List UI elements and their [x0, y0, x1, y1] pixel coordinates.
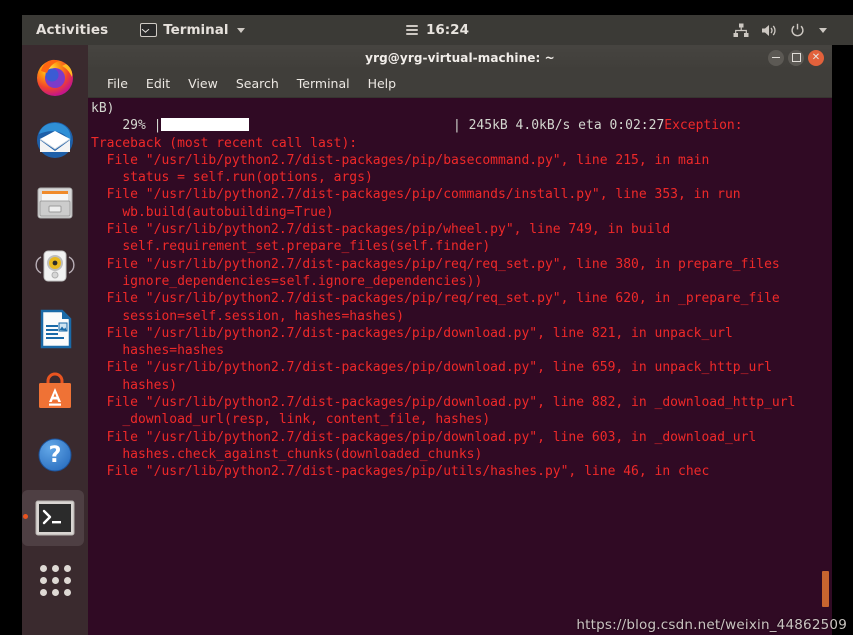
activities-button[interactable]: Activities: [32, 20, 112, 40]
gnome-top-bar: Activities Terminal 16:24: [22, 15, 853, 45]
power-icon: [791, 23, 804, 36]
terminal-output-area[interactable]: kB) 29% | | 245kB 4.0kB/s eta 0:02:27Exc…: [88, 98, 832, 635]
ubuntu-dock: ?: [22, 45, 88, 635]
watermark-text: https://blog.csdn.net/weixin_44862509: [576, 617, 847, 633]
dock-item-rhythmbox[interactable]: [22, 234, 88, 297]
close-button[interactable]: ✕: [808, 49, 824, 66]
menu-item-edit[interactable]: Edit: [137, 73, 179, 94]
maximize-button[interactable]: [788, 49, 804, 66]
app-menu-label: Terminal: [163, 22, 229, 38]
clock-label: 16:24: [426, 22, 469, 38]
dock-item-files[interactable]: [22, 171, 88, 234]
terminal-text: kB) 29% | | 245kB 4.0kB/s eta 0:02:27Exc…: [91, 101, 796, 480]
dock-item-ubuntu-software[interactable]: [22, 360, 88, 423]
terminal-icon: [140, 23, 158, 37]
software-bag-icon: [39, 372, 71, 408]
dock-item-terminal[interactable]: [22, 486, 88, 549]
dock-item-show-applications[interactable]: [22, 549, 88, 612]
minimize-glyph: [772, 56, 780, 59]
dock-item-thunderbird[interactable]: [22, 108, 88, 171]
thunderbird-icon: [37, 121, 73, 158]
firefox-icon: [37, 59, 73, 96]
terminal-window: yrg@yrg-virtual-machine: ~ ✕ File Edit V…: [88, 45, 832, 635]
svg-text:?: ?: [49, 443, 62, 468]
menu-item-file[interactable]: File: [98, 73, 137, 94]
window-title: yrg@yrg-virtual-machine: ~: [365, 50, 555, 65]
terminal-icon: [35, 500, 75, 535]
terminal-menu-bar: File Edit View Search Terminal Help: [88, 70, 832, 98]
files-cabinet-icon: [37, 187, 73, 218]
minimize-button[interactable]: [768, 49, 784, 66]
terminal-scrollbar[interactable]: [822, 98, 829, 635]
dock-item-firefox[interactable]: [22, 45, 88, 108]
rhythmbox-speaker-icon: [35, 250, 75, 281]
system-status-area[interactable]: [733, 23, 827, 38]
top-bar-left-group: Activities Terminal: [22, 20, 245, 40]
menu-item-terminal[interactable]: Terminal: [288, 73, 359, 94]
window-title-bar[interactable]: yrg@yrg-virtual-machine: ~ ✕: [88, 45, 832, 70]
menu-item-help[interactable]: Help: [359, 73, 406, 94]
app-grid-icon: [39, 565, 71, 596]
network-icon: [733, 23, 749, 37]
maximize-glyph: [791, 53, 801, 62]
window-controls: ✕: [768, 45, 824, 70]
question-mark-icon: ?: [38, 438, 72, 471]
dock-item-libreoffice-writer[interactable]: [22, 297, 88, 360]
menu-item-search[interactable]: Search: [227, 73, 288, 94]
chevron-down-icon: [236, 27, 245, 33]
clock-button[interactable]: 16:24: [363, 22, 513, 38]
terminal-scrollbar-thumb[interactable]: [822, 570, 829, 607]
chevron-down-icon[interactable]: [819, 27, 827, 33]
document-writer-icon: [40, 309, 72, 348]
close-icon: ✕: [811, 51, 821, 63]
menu-item-view[interactable]: View: [179, 73, 227, 94]
volume-icon: [762, 24, 776, 36]
dock-item-help[interactable]: ?: [22, 423, 88, 486]
app-menu-button[interactable]: Terminal: [140, 22, 245, 38]
hamburger-menu-icon: [406, 23, 418, 37]
desktop-screen: Activities Terminal 16:24 ? yrg@yrg-virt…: [0, 0, 853, 635]
